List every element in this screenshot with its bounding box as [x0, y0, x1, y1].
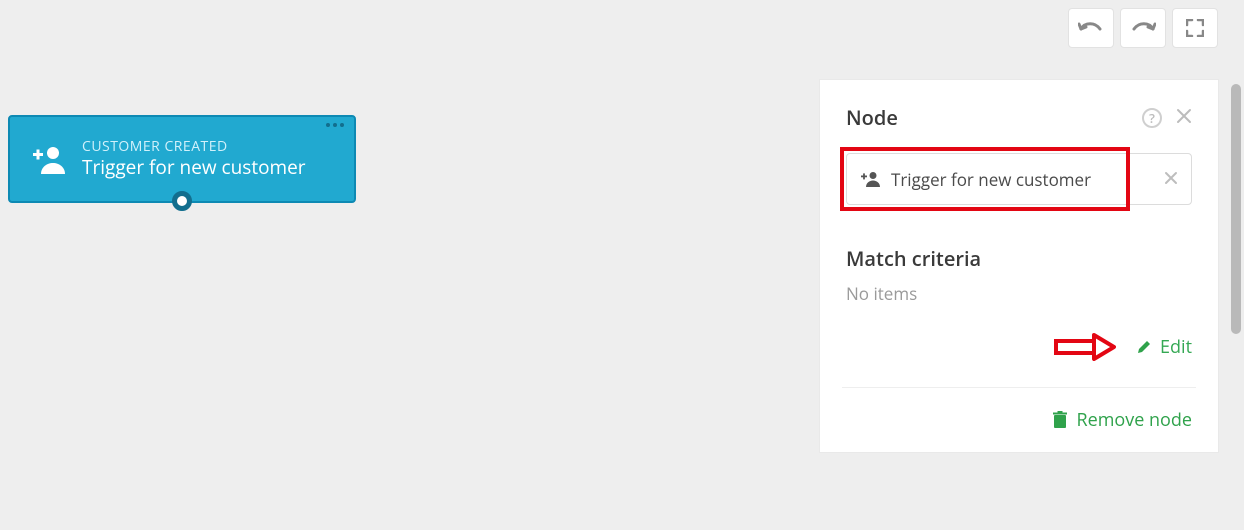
fullscreen-button[interactable]: [1172, 8, 1218, 48]
help-icon[interactable]: ?: [1142, 108, 1162, 128]
workflow-node[interactable]: CUSTOMER CREATED Trigger for new custome…: [8, 115, 356, 203]
panel-title: Node: [846, 104, 898, 131]
match-criteria-heading: Match criteria: [846, 245, 1192, 272]
pencil-icon: [1136, 339, 1152, 355]
person-add-icon: [861, 171, 881, 187]
node-name-input[interactable]: Trigger for new customer: [846, 153, 1192, 205]
close-icon: [1164, 171, 1178, 185]
remove-node-label: Remove node: [1077, 408, 1192, 432]
undo-icon: [1078, 19, 1104, 37]
node-output-port[interactable]: [172, 191, 192, 211]
match-criteria-empty-text: No items: [846, 282, 1192, 305]
node-properties-panel: Node ? Trigger for new customer Match cr…: [820, 80, 1218, 452]
trash-icon: [1053, 411, 1067, 429]
fullscreen-icon: [1186, 19, 1204, 37]
annotation-arrow: [1054, 333, 1116, 361]
scrollbar[interactable]: [1231, 84, 1241, 334]
redo-button[interactable]: [1120, 8, 1166, 48]
edit-label: Edit: [1160, 335, 1192, 359]
undo-button[interactable]: [1068, 8, 1114, 48]
person-add-icon: [28, 144, 72, 174]
close-panel-button[interactable]: [1176, 107, 1192, 129]
node-title: Trigger for new customer: [82, 156, 306, 180]
divider: [842, 387, 1196, 388]
canvas-toolbar: [1068, 8, 1218, 48]
redo-icon: [1130, 19, 1156, 37]
close-icon: [1176, 108, 1192, 124]
node-menu-dots[interactable]: [326, 123, 344, 127]
node-name-value: Trigger for new customer: [891, 168, 1091, 191]
edit-criteria-button[interactable]: Edit: [846, 335, 1192, 359]
remove-node-button[interactable]: Remove node: [846, 408, 1192, 432]
clear-name-button[interactable]: [1164, 168, 1178, 190]
